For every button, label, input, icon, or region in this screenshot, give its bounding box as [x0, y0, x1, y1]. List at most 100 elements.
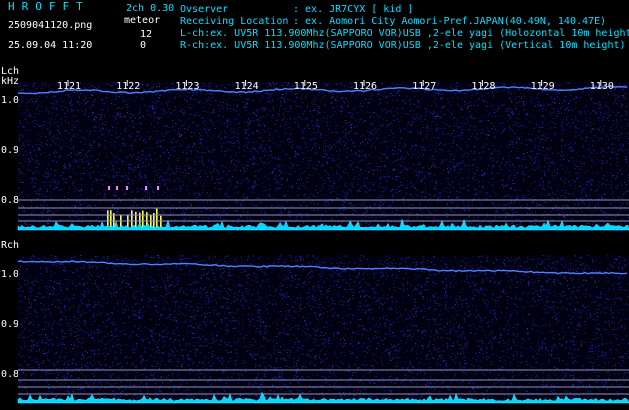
- noise-dot: [123, 115, 125, 117]
- noise-dot: [499, 98, 501, 100]
- noise-dot: [135, 197, 137, 199]
- noise-dot: [360, 169, 361, 171]
- noise-dot: [180, 174, 182, 176]
- noise-dot: [611, 181, 613, 183]
- noise-dot: [388, 188, 390, 190]
- noise-dot: [274, 124, 276, 125]
- noise-dot: [226, 100, 227, 102]
- noise-dot: [244, 121, 245, 123]
- noise-dot: [207, 84, 209, 85]
- noise-dot: [551, 113, 553, 115]
- noise-dot: [587, 156, 589, 158]
- noise-dot: [440, 149, 442, 150]
- noise-dot: [593, 110, 595, 112]
- noise-dot: [292, 206, 294, 207]
- noise-dot: [278, 187, 280, 189]
- noise-dot: [499, 115, 501, 117]
- noise-dot: [269, 161, 271, 163]
- noise-dot: [471, 200, 473, 202]
- noise-dot: [69, 102, 71, 104]
- noise-dot: [199, 133, 201, 134]
- noise-dot: [210, 91, 211, 93]
- noise-dot: [95, 116, 97, 117]
- noise-dot: [77, 167, 79, 169]
- noise-dot: [239, 185, 241, 187]
- noise-dot: [55, 109, 57, 111]
- noise-dot: [462, 148, 464, 150]
- noise-dot: [417, 113, 419, 115]
- noise-dot: [110, 186, 112, 188]
- noise-dot: [603, 183, 605, 185]
- noise-dot: [243, 128, 245, 130]
- noise-dot: [241, 219, 243, 221]
- noise-dot: [437, 201, 438, 203]
- noise-dot: [352, 141, 354, 143]
- noise-dot: [185, 172, 187, 174]
- noise-dot: [476, 224, 478, 226]
- noise-dot: [536, 163, 538, 165]
- noise-dot: [591, 128, 593, 130]
- noise-dot: [590, 182, 592, 184]
- noise-dot: [369, 103, 370, 105]
- noise-dot: [454, 155, 456, 157]
- noise-dot: [175, 109, 177, 111]
- noise-dot: [247, 164, 249, 166]
- noise-dot: [400, 186, 402, 187]
- noise-dot: [463, 202, 465, 204]
- noise-dot: [498, 105, 500, 107]
- noise-dot: [522, 125, 524, 127]
- noise-dot: [413, 217, 415, 219]
- noise-dot: [66, 209, 68, 211]
- noise-dot: [324, 152, 326, 154]
- noise-dot: [537, 130, 539, 132]
- noise-dot: [519, 221, 521, 223]
- noise-dot: [21, 88, 23, 90]
- noise-dot: [26, 115, 28, 117]
- noise-dot: [607, 114, 609, 116]
- noise-dot: [503, 175, 505, 177]
- noise-dot: [600, 107, 602, 109]
- noise-dot: [232, 143, 234, 144]
- noise-dot: [133, 166, 135, 168]
- noise-dot: [169, 91, 171, 93]
- noise-dot: [329, 137, 330, 139]
- noise-dot: [32, 159, 34, 161]
- noise-dot: [424, 119, 426, 120]
- noise-dot: [70, 98, 72, 99]
- noise-dot: [227, 104, 229, 106]
- noise-dot: [298, 216, 300, 218]
- noise-dot: [290, 106, 292, 108]
- noise-dot: [85, 203, 87, 205]
- noise-dot: [80, 211, 82, 213]
- noise-dot: [273, 106, 274, 108]
- noise-dot: [287, 196, 289, 197]
- noise-dot: [116, 113, 118, 115]
- noise-dot: [115, 98, 117, 100]
- noise-dot: [374, 111, 376, 113]
- noise-dot: [491, 202, 493, 204]
- noise-dot: [227, 142, 229, 144]
- noise-dot: [62, 223, 63, 225]
- noise-dot: [33, 172, 35, 174]
- noise-dot: [118, 143, 120, 145]
- noise-dot: [439, 111, 441, 112]
- noise-dot: [303, 194, 305, 196]
- noise-dot: [449, 143, 451, 145]
- noise-dot: [144, 141, 146, 143]
- noise-dot: [38, 172, 40, 174]
- noise-dot: [614, 100, 616, 102]
- noise-dot: [148, 216, 150, 218]
- noise-dot: [506, 145, 507, 147]
- noise-dot: [225, 195, 227, 196]
- noise-dot: [245, 132, 247, 134]
- noise-dot: [581, 131, 583, 133]
- noise-dot: [139, 117, 141, 119]
- noise-dot: [207, 127, 209, 129]
- noise-dot: [243, 170, 245, 172]
- noise-dot: [415, 113, 417, 115]
- noise-dot: [92, 94, 94, 96]
- noise-dot: [244, 224, 246, 225]
- noise-dot: [130, 206, 132, 207]
- noise-dot: [275, 130, 277, 132]
- noise-dot: [139, 160, 141, 162]
